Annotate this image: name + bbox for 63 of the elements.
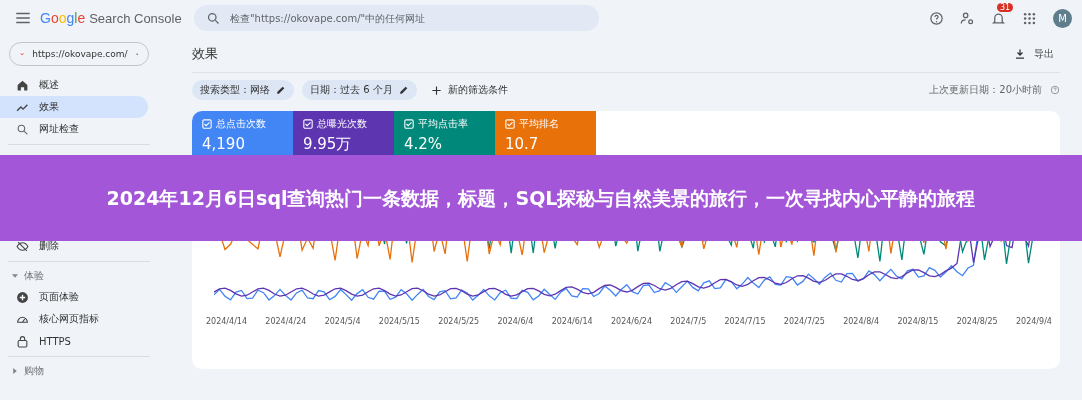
section-heading[interactable]: 体验 <box>24 269 44 283</box>
google-logo[interactable]: Google <box>40 10 86 26</box>
users-settings-icon[interactable] <box>960 10 975 26</box>
metric-label: 总点击次数 <box>216 117 266 131</box>
axis-label: 2024/4/14 <box>206 317 248 326</box>
search-icon <box>206 11 221 26</box>
axis-label: 2024/7/25 <box>783 317 825 326</box>
metric-value: 9.95万 <box>303 135 353 154</box>
product-name: Search Console <box>89 10 182 26</box>
checked-checkbox-icon[interactable] <box>505 119 515 129</box>
sidebar-item[interactable]: 页面体验 <box>0 286 148 308</box>
metric-label: 总曝光次数 <box>317 117 367 131</box>
section-heading[interactable]: 购物 <box>24 364 44 378</box>
plus-icon <box>430 84 442 96</box>
axis-label: 2024/8/4 <box>843 317 880 326</box>
search-field[interactable]: 检查"https://okovape.com/"中的任何网址 <box>194 5 599 31</box>
sidebar-item[interactable]: 效果 <box>0 96 148 118</box>
axis-label: 2024/7/5 <box>670 317 707 326</box>
collapse-caret-icon[interactable] <box>12 273 18 279</box>
checked-checkbox-icon[interactable] <box>303 119 313 129</box>
help-icon[interactable] <box>929 10 944 26</box>
metric-label: 平均点击率 <box>418 117 468 131</box>
axis-label: 2024/7/15 <box>724 317 766 326</box>
add-filter-button[interactable]: 新的筛选条件 <box>424 82 514 98</box>
axis-label: 2024/6/24 <box>611 317 653 326</box>
checked-checkbox-icon[interactable] <box>202 119 212 129</box>
bell-icon[interactable] <box>991 10 1006 26</box>
export-button[interactable]: 导出 <box>1008 46 1060 62</box>
metric-value: 4.2% <box>404 135 444 153</box>
page-title: 效果 <box>192 45 218 63</box>
apps-grid-icon[interactable] <box>1022 10 1037 26</box>
filter-chip[interactable]: 搜索类型：网络 <box>192 80 294 100</box>
metric-value: 4,190 <box>202 135 246 153</box>
axis-label: 2024/6/14 <box>551 317 593 326</box>
download-icon <box>1014 48 1026 60</box>
axis-label: 2024/4/24 <box>265 317 307 326</box>
axis-label: 2024/5/25 <box>438 317 480 326</box>
edit-pencil-icon <box>398 85 409 95</box>
banner-title: 2024年12月6日sql查询热门一条数据，标题，SQL探秘与自然美景的旅行，一次寻找内心平静的旅程 <box>105 185 977 211</box>
axis-label: 2024/9/4 <box>1016 317 1052 326</box>
sidebar-item[interactable]: 核心网页指标 <box>0 308 148 330</box>
metric-label: 平均排名 <box>519 117 559 131</box>
eye-off-icon <box>16 239 29 253</box>
sidebar-item[interactable]: 概述 <box>0 74 148 96</box>
checked-checkbox-icon[interactable] <box>404 119 414 129</box>
sidebar-item[interactable]: HTTPS <box>0 330 148 352</box>
account-avatar[interactable]: M <box>1053 8 1072 28</box>
home-icon <box>16 78 29 92</box>
axis-label: 2024/5/4 <box>324 317 361 326</box>
last-updated-text: 上次更新日期：20小时前 <box>929 83 1042 97</box>
axis-label: 2024/8/15 <box>897 317 939 326</box>
plus-circle-icon <box>16 290 29 304</box>
edit-pencil-icon <box>276 85 286 95</box>
search-icon <box>16 122 29 136</box>
sidebar-item[interactable]: 网址检查 <box>0 118 148 140</box>
filter-chip[interactable]: 日期：过去 6 个月 <box>302 80 417 100</box>
metric-value: 10.7 <box>505 135 540 153</box>
axis-label: 2024/8/25 <box>956 317 998 326</box>
axis-label: 2024/6/4 <box>497 317 534 326</box>
notification-count: 31 <box>997 2 1014 12</box>
axis-label: 2024/5/15 <box>378 317 420 326</box>
lock-icon <box>16 334 29 348</box>
expand-caret-icon[interactable] <box>12 368 18 374</box>
